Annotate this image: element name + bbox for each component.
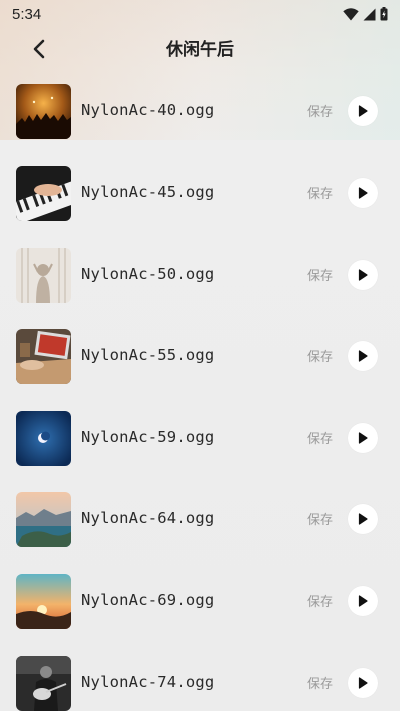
- track-thumbnail: [16, 411, 71, 466]
- save-button[interactable]: 保存: [300, 265, 340, 284]
- save-button[interactable]: 保存: [300, 591, 340, 610]
- track-name: NylonAc-50.ogg: [81, 265, 215, 283]
- status-bar: 5:34: [0, 0, 400, 28]
- play-icon: [358, 102, 368, 121]
- play-icon: [358, 266, 368, 285]
- track-thumbnail: [16, 574, 71, 629]
- play-icon: [358, 674, 368, 693]
- play-icon: [358, 510, 368, 529]
- play-icon: [358, 184, 368, 203]
- status-time: 5:34: [12, 5, 42, 23]
- track-row[interactable]: NylonAc-69.ogg 保存: [0, 574, 400, 629]
- piano-hands-image: [16, 166, 71, 221]
- track-name: NylonAc-64.ogg: [81, 509, 215, 527]
- save-button[interactable]: 保存: [300, 428, 340, 447]
- play-icon: [358, 347, 368, 366]
- laptop-desk-image: [16, 329, 71, 384]
- back-button[interactable]: [24, 36, 54, 66]
- save-button[interactable]: 保存: [300, 346, 340, 365]
- battery-icon: [380, 7, 388, 21]
- play-button[interactable]: [348, 96, 378, 126]
- concert-crowd-image: [16, 84, 71, 139]
- sunset-hills-image: [16, 574, 71, 629]
- track-row[interactable]: NylonAc-74.ogg 保存: [0, 656, 400, 711]
- track-name: NylonAc-55.ogg: [81, 346, 215, 364]
- save-button[interactable]: 保存: [300, 101, 340, 120]
- header: 休闲午后: [0, 30, 400, 70]
- crescent-moon-image: [16, 411, 71, 466]
- play-button[interactable]: [348, 586, 378, 616]
- wifi-icon: [343, 7, 359, 21]
- play-icon: [358, 429, 368, 448]
- play-button[interactable]: [348, 668, 378, 698]
- guitar-player-image: [16, 656, 71, 711]
- track-row[interactable]: NylonAc-40.ogg 保存: [0, 84, 400, 139]
- track-name: NylonAc-40.ogg: [81, 101, 215, 119]
- track-name: NylonAc-45.ogg: [81, 183, 215, 201]
- signal-icon: [363, 8, 376, 21]
- lake-mountains-image: [16, 492, 71, 547]
- play-button[interactable]: [348, 341, 378, 371]
- track-thumbnail: [16, 492, 71, 547]
- curtain-silhouette-image: [16, 248, 71, 303]
- play-button[interactable]: [348, 504, 378, 534]
- track-row[interactable]: NylonAc-55.ogg 保存: [0, 329, 400, 384]
- chevron-left-icon: [32, 39, 46, 63]
- track-row[interactable]: NylonAc-59.ogg 保存: [0, 411, 400, 466]
- track-name: NylonAc-74.ogg: [81, 673, 215, 691]
- track-name: NylonAc-69.ogg: [81, 591, 215, 609]
- play-icon: [358, 592, 368, 611]
- play-button[interactable]: [348, 178, 378, 208]
- save-button[interactable]: 保存: [300, 673, 340, 692]
- track-thumbnail: [16, 84, 71, 139]
- track-thumbnail: [16, 329, 71, 384]
- track-row[interactable]: NylonAc-50.ogg 保存: [0, 248, 400, 303]
- track-row[interactable]: NylonAc-64.ogg 保存: [0, 492, 400, 547]
- save-button[interactable]: 保存: [300, 183, 340, 202]
- page-title: 休闲午后: [166, 40, 234, 60]
- status-icons: [343, 7, 388, 21]
- save-button[interactable]: 保存: [300, 509, 340, 528]
- track-row[interactable]: NylonAc-45.ogg 保存: [0, 166, 400, 221]
- track-thumbnail: [16, 166, 71, 221]
- track-thumbnail: [16, 656, 71, 711]
- track-thumbnail: [16, 248, 71, 303]
- track-name: NylonAc-59.ogg: [81, 428, 215, 446]
- play-button[interactable]: [348, 260, 378, 290]
- play-button[interactable]: [348, 423, 378, 453]
